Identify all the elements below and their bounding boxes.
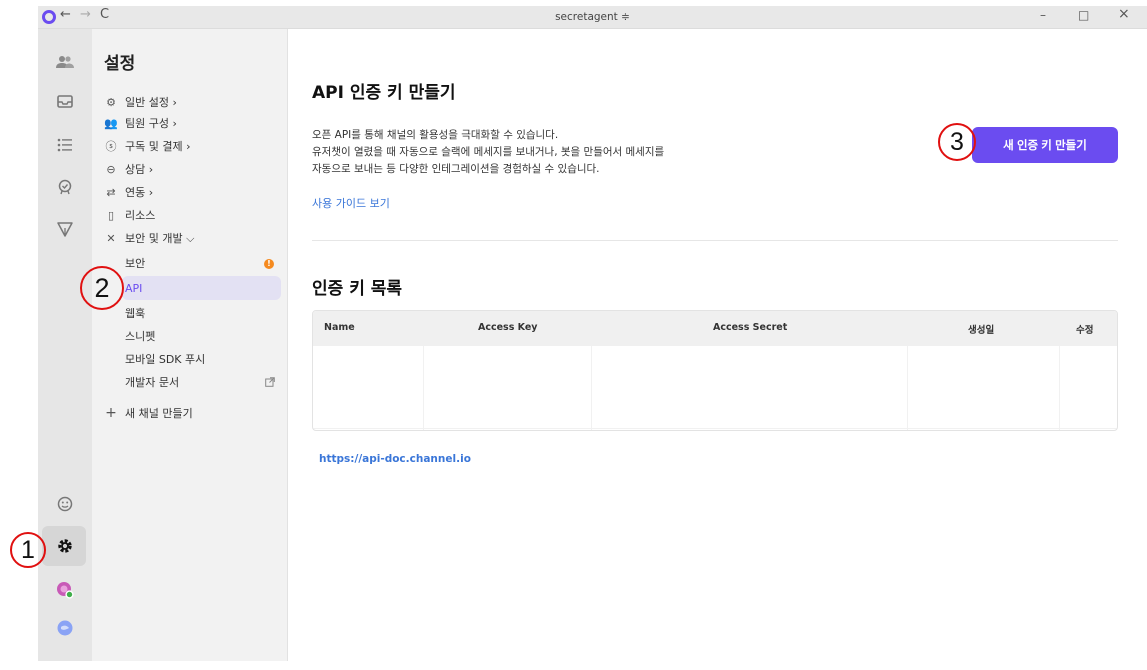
sidebar-item-general[interactable]: ⚙ 일반 설정 › [104,92,177,112]
user-avatar-icon[interactable] [38,618,92,638]
nav-rail [38,29,92,661]
key-list-title: 인증 키 목록 [312,279,403,299]
send-icon[interactable] [38,219,92,239]
plus-icon: + [105,405,117,421]
book-icon: ▯ [107,208,115,222]
page-title: API 인증 키 만들기 [312,83,456,103]
badge-check-icon[interactable] [38,177,92,197]
sidebar-item-label: 상담 › [125,163,154,176]
create-auth-key-button[interactable]: 새 인증 키 만들기 [972,127,1118,163]
sidebar-item-team[interactable]: 👥 팀원 구성 › [104,113,177,133]
sidebar-subitem-webhook[interactable]: 웹훅 [125,303,145,323]
sidebar-item-resources[interactable]: ▯ 리소스 [104,205,155,225]
new-channel-label: 새 채널 만들기 [125,407,193,420]
minimize-icon[interactable]: – [1040,8,1046,22]
sidebar-item-security-dev[interactable]: ✕ 보안 및 개발 ⌵ [104,228,194,248]
external-link-icon [265,377,275,390]
column-header-created-date[interactable]: 생성일 [968,322,994,336]
sidebar-item-label: 팀원 구성 › [125,117,177,130]
team-icon: 👥 [104,116,118,130]
page-description: 오픈 API를 통해 채널의 활용성을 극대화할 수 있습니다. 유저챗이 열렸… [312,127,664,178]
usage-guide-link[interactable]: 사용 가이드 보기 [312,195,390,211]
column-header-access-secret[interactable]: Access Secret [713,322,787,333]
description-line: 자동으로 보내는 등 다양한 인테그레이션을 경험하실 수 있습니다. [312,163,600,175]
link-arrows-icon: ⇄ [106,185,116,199]
description-line: 유저챗이 열렸을 때 자동으로 슬랙에 메세지를 보내거나, 봇을 만들어서 메… [312,146,665,158]
sidebar-active-highlight [122,276,281,300]
column-divider [591,346,592,430]
annotation-marker-2: 2 [80,266,124,310]
column-header-edit[interactable]: 수정 [1076,322,1093,336]
gear-icon: ⚙ [106,95,116,109]
sidebar-item-label: 구독 및 결제 › [125,140,191,153]
sidebar-item-consult[interactable]: ⊖ 상담 › [104,159,153,179]
maximize-icon[interactable]: □ [1078,8,1089,22]
sidebar-subitem-developer-docs[interactable]: 개발자 문서 [125,372,179,392]
table-header: Name Access Key Access Secret 생성일 수정 [313,311,1117,346]
sidebar-item-label: 보안 및 개발 ⌵ [125,232,195,245]
description-line: 오픈 API를 통해 채널의 활용성을 극대화할 수 있습니다. [312,129,559,141]
window-title[interactable]: secretagent ≑ [38,11,1147,23]
close-icon[interactable]: × [1118,6,1130,22]
sidebar-subitem-api[interactable]: API [125,278,142,298]
column-header-access-key[interactable]: Access Key [478,322,538,333]
dollar-icon: ⓢ [105,140,117,153]
column-header-name[interactable]: Name [324,322,355,333]
window-titlebar: ← → C secretagent ≑ – □ × [38,6,1147,29]
sidebar-subitem-mobile-sdk-push[interactable]: 모바일 SDK 푸시 [125,349,205,369]
settings-sidebar: 설정 ⚙ 일반 설정 › 👥 팀원 구성 › ⓢ 구독 및 결제 › ⊖ 상담 … [92,29,288,661]
settings-gear-icon[interactable] [38,536,92,556]
warning-badge: ! [264,259,274,269]
sidebar-subitem-snippet[interactable]: 스니펫 [125,326,155,346]
column-divider [907,346,908,430]
sidebar-subitem-security[interactable]: 보안 [125,253,145,273]
auth-key-table: Name Access Key Access Secret 생성일 수정 [312,310,1118,431]
smile-icon[interactable] [38,494,92,514]
team-chat-icon[interactable] [38,52,92,72]
section-divider [312,240,1118,241]
sidebar-item-integrations[interactable]: ⇄ 연동 › [104,182,153,202]
column-divider [1059,346,1060,430]
api-doc-link[interactable]: https://api-doc.channel.io [319,453,471,465]
tools-icon: ✕ [106,231,116,245]
row-divider [313,428,1117,429]
sidebar-item-label: 연동 › [125,186,154,199]
list-icon[interactable] [38,135,92,155]
sidebar-title: 설정 [104,54,136,74]
inbox-icon[interactable] [38,91,92,111]
sidebar-item-label: 리소스 [125,209,156,222]
annotation-marker-1: 1 [10,532,46,568]
column-divider [423,346,424,430]
sidebar-item-label: 일반 설정 › [125,96,177,109]
sidebar-item-billing[interactable]: ⓢ 구독 및 결제 › [104,136,191,156]
main-content: API 인증 키 만들기 오픈 API를 통해 채널의 활용성을 극대화할 수 … [289,29,1147,661]
chat-icon: ⊖ [106,162,116,176]
annotation-marker-3: 3 [938,123,976,161]
new-channel-button[interactable]: + 새 채널 만들기 [104,403,193,423]
channel-avatar-icon[interactable] [38,580,92,600]
